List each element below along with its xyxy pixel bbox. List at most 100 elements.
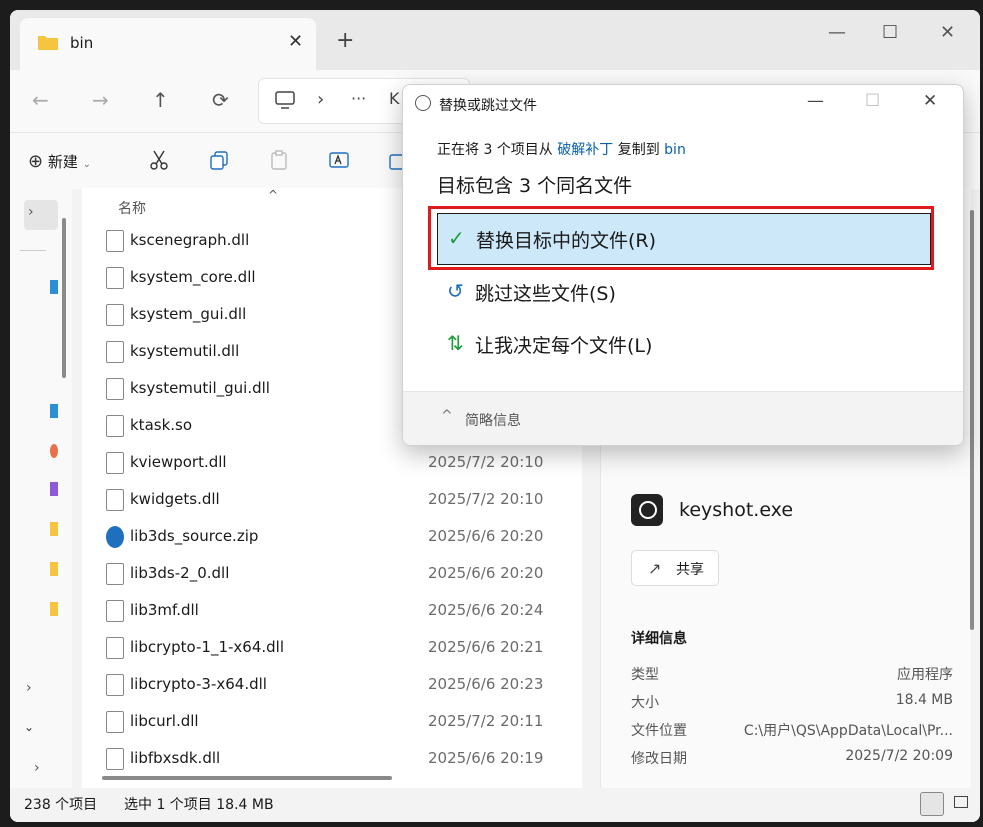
tiles-view-icon[interactable] (954, 796, 968, 808)
prop-value: 应用程序 (897, 667, 953, 683)
prop-value: 2025/7/2 20:09 (845, 748, 953, 764)
zip-file-icon (106, 526, 124, 548)
file-row[interactable]: libcurl.dll 2025/7/2 20:11 (82, 703, 582, 740)
refresh-button[interactable]: ⟳ (212, 88, 229, 112)
file-name: ktask.so (130, 416, 193, 434)
file-name: libcrypto-3-x64.dll (130, 675, 267, 693)
minimize-button[interactable]: — (828, 22, 846, 43)
folder-icon (38, 36, 58, 50)
prop-key: 文件位置 (631, 723, 687, 739)
decide-option-label: 让我决定每个文件(L) (475, 335, 653, 357)
file-date: 2025/6/6 20:20 (428, 527, 544, 545)
file-date: 2025/7/2 20:10 (428, 490, 544, 508)
nav-folder-icon[interactable] (50, 522, 58, 536)
nav-divider (20, 250, 46, 251)
chevron-right-icon[interactable]: › (34, 760, 40, 776)
nav-folder-icon[interactable] (50, 602, 58, 616)
paste-icon[interactable] (268, 149, 290, 171)
file-date: 2025/6/6 20:24 (428, 601, 544, 619)
new-tab-button[interactable]: + (336, 30, 354, 52)
file-icon (106, 341, 124, 363)
new-button-label: 新建 (47, 153, 78, 171)
selection-info: 选中 1 个项目 18.4 MB (124, 797, 274, 813)
fewer-details-toggle[interactable]: 简略信息 (465, 410, 521, 430)
file-name: ksystem_gui.dll (130, 305, 247, 323)
file-name: libcurl.dll (130, 712, 199, 730)
cut-icon[interactable] (148, 149, 170, 171)
nav-folder-icon[interactable] (50, 280, 58, 294)
details-view-icon[interactable] (920, 792, 944, 816)
undo-arrow-icon: ↺ (447, 279, 464, 303)
file-icon (106, 711, 124, 733)
replace-skip-dialog: 替换或跳过文件 — ☐ ✕ 正在将 3 个项目从 破解补丁 复制到 bin 目标… (402, 84, 964, 446)
nav-scrollbar[interactable] (62, 218, 66, 378)
back-button[interactable]: ← (32, 88, 49, 112)
file-name: kviewport.dll (130, 453, 227, 471)
file-row[interactable]: kwidgets.dll 2025/7/2 20:10 (82, 481, 582, 518)
tab-close-icon[interactable]: ✕ (288, 31, 303, 52)
dialog-close-button[interactable]: ✕ (923, 91, 937, 111)
nav-music-icon[interactable] (50, 444, 58, 458)
prop-value: C:\用户\QS\AppData\Local\Pr... (743, 723, 953, 739)
prop-key: 大小 (631, 695, 659, 711)
rename-icon[interactable] (328, 149, 350, 171)
dialog-maximize-button: ☐ (865, 91, 881, 111)
file-row[interactable]: libfbxsdk.dll 2025/6/6 20:19 (82, 740, 582, 777)
file-row[interactable]: lib3ds_source.zip 2025/6/6 20:20 (82, 518, 582, 555)
up-button[interactable]: ↑ (152, 88, 169, 112)
navigation-pane: › › ⌄ › (10, 188, 72, 788)
nav-folder-icon[interactable] (50, 404, 58, 418)
column-header-name[interactable]: 名称 (118, 198, 146, 218)
new-button[interactable]: ⊕ 新建 ⌄ (28, 151, 91, 172)
dialog-title: 替换或跳过文件 (439, 98, 537, 114)
file-date: 2025/7/2 20:11 (428, 712, 544, 730)
tab-title: bin (70, 34, 94, 52)
chevron-right-icon[interactable]: › (28, 204, 34, 220)
decide-option[interactable]: ⇅ 让我决定每个文件(L) (437, 319, 929, 369)
file-name: ksystem_core.dll (130, 268, 256, 286)
file-icon (106, 304, 124, 326)
file-row[interactable]: lib3mf.dll 2025/6/6 20:24 (82, 592, 582, 629)
nav-folder-icon[interactable] (50, 562, 58, 576)
highlight-annotation (428, 206, 934, 270)
details-scrollbar[interactable] (970, 210, 974, 630)
file-icon (106, 674, 124, 696)
destination-link[interactable]: bin (664, 142, 686, 158)
forward-button[interactable]: → (92, 88, 109, 112)
status-bar: 238 个项目 选中 1 个项目 18.4 MB (10, 788, 980, 822)
file-row[interactable]: libcrypto-1_1-x64.dll 2025/6/6 20:21 (82, 629, 582, 666)
file-icon (106, 748, 124, 770)
file-icon (106, 452, 124, 474)
breadcrumb-more[interactable]: ··· (351, 89, 366, 108)
skip-option-label: 跳过这些文件(S) (475, 283, 616, 305)
share-button[interactable]: ↗ 共享 (631, 550, 719, 586)
file-name: lib3mf.dll (130, 601, 199, 619)
conflict-heading: 目标包含 3 个同名文件 (437, 175, 633, 197)
share-label: 共享 (676, 562, 704, 578)
close-window-button[interactable]: ✕ (940, 22, 955, 43)
file-row[interactable]: lib3ds-2_0.dll 2025/6/6 20:20 (82, 555, 582, 592)
tab-bin[interactable]: bin ✕ (20, 18, 316, 70)
chevron-up-icon[interactable]: ^ (441, 408, 453, 424)
prop-value: 18.4 MB (895, 692, 953, 708)
skip-option[interactable]: ↺ 跳过这些文件(S) (437, 267, 929, 317)
prop-key: 类型 (631, 667, 659, 683)
dialog-minimize-button[interactable]: — (807, 91, 824, 111)
breadcrumb-partial[interactable]: K (389, 89, 400, 108)
source-link[interactable]: 破解补丁 (557, 142, 613, 158)
plus-circle-icon: ⊕ (28, 151, 44, 172)
file-row[interactable]: kviewport.dll 2025/7/2 20:10 (82, 444, 582, 481)
maximize-button[interactable]: ☐ (882, 22, 898, 43)
file-icon (106, 415, 124, 437)
chevron-right-icon[interactable]: › (26, 680, 32, 696)
horizontal-scrollbar[interactable] (102, 776, 392, 780)
file-icon (106, 378, 124, 400)
compare-files-icon: ⇅ (447, 331, 464, 355)
file-date: 2025/6/6 20:19 (428, 749, 544, 767)
file-row[interactable]: libcrypto-3-x64.dll 2025/6/6 20:23 (82, 666, 582, 703)
chevron-down-icon[interactable]: ⌄ (24, 720, 34, 734)
nav-video-icon[interactable] (50, 482, 58, 496)
file-name: kscenegraph.dll (130, 231, 250, 249)
copy-icon[interactable] (208, 149, 230, 171)
item-count: 238 个项目 (24, 797, 98, 813)
